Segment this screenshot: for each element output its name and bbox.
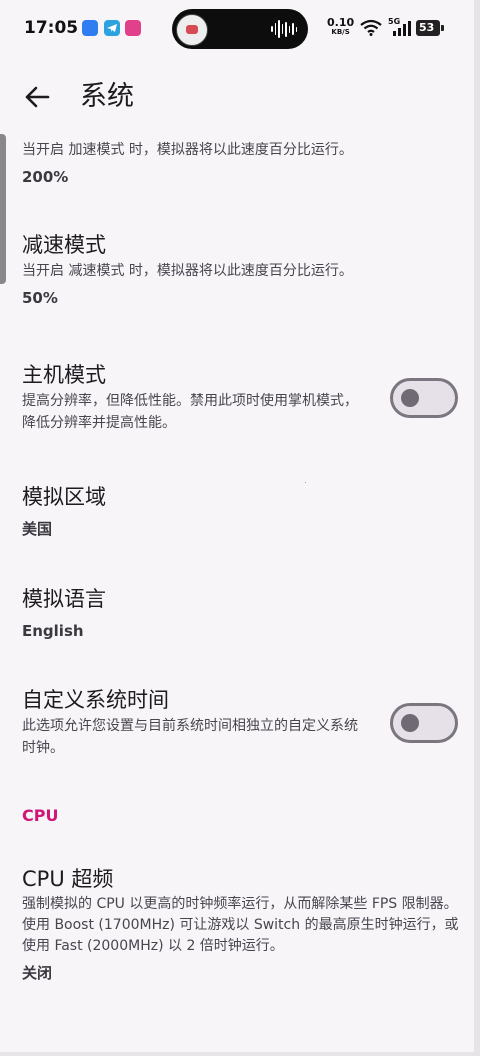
setting-value: 美国	[22, 520, 53, 538]
setting-description: 当开启 加速模式 时，模拟器将以此速度百分比运行。	[22, 142, 353, 158]
setting-language[interactable]: 模拟语言 English	[22, 584, 462, 642]
custom-rtc-switch[interactable]	[390, 703, 458, 743]
setting-value: 关闭	[22, 964, 53, 982]
back-button[interactable]	[18, 78, 56, 116]
net-speed-unit: KB/S	[331, 28, 350, 36]
setting-description: 此选项允许您设置与目前系统时间相独立的自定义系统时钟。	[22, 718, 358, 756]
arrow-back-icon	[25, 86, 50, 108]
setting-cpu-overclock[interactable]: CPU 超频 强制模拟的 CPU 以更高的时钟频率运行，从而解除某些 FPS 限…	[22, 864, 462, 984]
setting-title: 模拟语言	[22, 587, 106, 611]
setting-value: 50%	[22, 289, 58, 307]
telegram-icon	[104, 20, 120, 36]
docked-mode-switch[interactable]	[390, 378, 458, 418]
setting-slow-speed[interactable]: 减速模式 当开启 减速模式 时，模拟器将以此速度百分比运行。 50%	[22, 230, 462, 309]
setting-title: 主机模式	[22, 363, 106, 387]
status-time: 17:05	[24, 18, 79, 38]
setting-docked-mode[interactable]: 主机模式 提高分辨率，但降低性能。禁用此项时使用掌机模式，降低分辨率并提高性能。	[22, 360, 362, 434]
screen: 17:05 0.10 KB/S 5G 53 系统 当开启 加速模式 时，模拟器将…	[0, 0, 480, 1056]
setting-description: 当开启 减速模式 时，模拟器将以此速度百分比运行。	[22, 263, 353, 279]
setting-custom-rtc[interactable]: 自定义系统时间 此选项允许您设置与目前系统时间相独立的自定义系统时钟。	[22, 685, 362, 759]
setting-value: English	[22, 622, 84, 640]
app-icon	[125, 20, 141, 36]
setting-turbo-speed[interactable]: 当开启 加速模式 时，模拟器将以此速度百分比运行。 200%	[22, 139, 462, 188]
app-notification-icon	[82, 20, 98, 36]
setting-title: 自定义系统时间	[22, 688, 169, 712]
scrollbar-thumb[interactable]	[0, 134, 6, 284]
battery-icon: 53	[416, 20, 444, 36]
page-title: 系统	[80, 81, 134, 112]
signal-icon	[393, 21, 411, 36]
battery-level: 53	[419, 21, 435, 34]
stray-dot	[305, 482, 306, 483]
audio-wave-icon	[271, 19, 297, 39]
setting-title: 减速模式	[22, 233, 106, 257]
setting-description: 强制模拟的 CPU 以更高的时钟频率运行，从而解除某些 FPS 限制器。使用 B…	[22, 896, 459, 954]
status-bar: 17:05 0.10 KB/S 5G 53	[0, 0, 474, 58]
wifi-icon	[360, 19, 382, 36]
net-speed: 0.10 KB/S	[327, 17, 354, 37]
setting-region[interactable]: 模拟区域 美国	[22, 482, 462, 540]
setting-title: CPU 超频	[22, 867, 114, 891]
switch-thumb	[401, 389, 419, 407]
setting-description: 提高分辨率，但降低性能。禁用此项时使用掌机模式，降低分辨率并提高性能。	[22, 393, 358, 431]
switch-thumb	[401, 714, 419, 732]
setting-value: 200%	[22, 168, 69, 186]
section-header-cpu: CPU	[22, 806, 59, 825]
now-playing-avatar-icon	[176, 14, 208, 46]
setting-title: 模拟区域	[22, 485, 106, 509]
